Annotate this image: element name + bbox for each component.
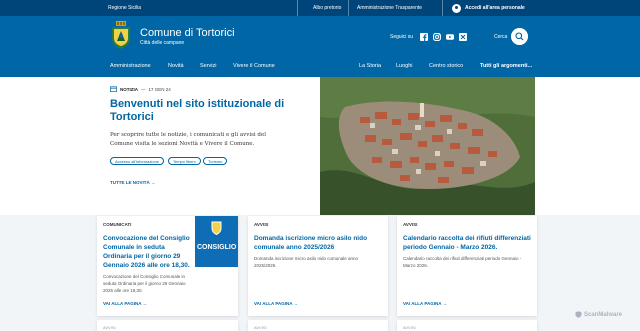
card-category: COMUNICATI bbox=[103, 222, 132, 227]
region-link[interactable]: Regione Sicilia bbox=[108, 5, 141, 11]
nav-item-la-storia[interactable]: La Storia bbox=[359, 63, 381, 69]
shield-icon bbox=[575, 311, 582, 318]
albo-pretorio-link[interactable]: Albo pretorio bbox=[313, 5, 341, 11]
watermark: ScanMalware bbox=[575, 311, 622, 318]
user-icon bbox=[452, 3, 461, 13]
nav-item-tutti-gli-argomenti[interactable]: Tutti gli argomenti... bbox=[480, 63, 532, 69]
arrow-right-icon: → bbox=[293, 301, 299, 306]
nav-item-vivere-il-comune[interactable]: Vivere il Comune bbox=[233, 63, 275, 69]
nav-item-luoghi[interactable]: Luoghi bbox=[396, 63, 413, 69]
chip-accesso-informazione[interactable]: Accesso all'informazione bbox=[110, 157, 164, 165]
site-title[interactable]: Comune di Tortorici bbox=[140, 27, 235, 39]
card-link[interactable]: VAI ALLA PAGINA → bbox=[403, 301, 447, 306]
x-icon[interactable] bbox=[459, 33, 467, 41]
watermark-label: ScanMalware bbox=[584, 311, 623, 318]
all-news-link[interactable]: TUTTE LE NOVITÀ → bbox=[110, 180, 156, 185]
search-label: Cerca bbox=[494, 34, 508, 40]
nav-item-servizi[interactable]: Servizi bbox=[200, 63, 217, 69]
card-description: Domanda iscrizione micro asilo nido comu… bbox=[254, 256, 359, 268]
news-card[interactable]: AVVISI bbox=[397, 320, 537, 331]
news-category[interactable]: NOTIZIA bbox=[120, 87, 138, 92]
card-link[interactable]: VAI ALLA PAGINA → bbox=[254, 301, 298, 306]
instagram-icon[interactable] bbox=[433, 33, 441, 41]
all-news-label: TUTTE LE NOVITÀ bbox=[110, 180, 150, 185]
facebook-icon[interactable] bbox=[420, 33, 428, 41]
separator: — bbox=[141, 86, 146, 92]
card-category: AVVISI bbox=[103, 325, 116, 330]
divider bbox=[442, 0, 443, 16]
login-label: Accedi all'area personale bbox=[465, 5, 525, 11]
arrow-right-icon: → bbox=[442, 301, 448, 306]
card-category: AVVISI bbox=[403, 325, 416, 330]
nav-item-centro-storico[interactable]: Centro storico bbox=[429, 63, 463, 69]
news-card[interactable]: AVVISI bbox=[97, 320, 238, 331]
calendar-icon bbox=[110, 86, 117, 92]
search-icon[interactable] bbox=[511, 28, 528, 45]
arrow-right-icon: → bbox=[142, 301, 148, 306]
card-description: Calendario raccolta dei rifiuti differen… bbox=[403, 256, 522, 268]
card-category: AVVISI bbox=[403, 222, 418, 227]
youtube-icon[interactable] bbox=[446, 33, 454, 41]
card-link-label: VAI ALLA PAGINA bbox=[254, 301, 293, 306]
news-card-asilo[interactable]: AVVISI Domanda iscrizione micro asilo ni… bbox=[248, 216, 388, 316]
card-link-label: VAI ALLA PAGINA bbox=[403, 301, 442, 306]
chip-tempo-libero[interactable]: Tempo libero bbox=[168, 157, 201, 165]
card-title[interactable]: Domanda iscrizione micro asilo nido comu… bbox=[254, 234, 379, 252]
news-card[interactable]: AVVISI bbox=[248, 320, 388, 331]
news-meta: NOTIZIA — 17 GEN 24 bbox=[110, 86, 171, 92]
top-bar: Regione Sicilia Albo pretorio Amministra… bbox=[0, 0, 640, 16]
hero-description: Per scoprire tutte le notizie, i comunic… bbox=[110, 132, 266, 147]
site-header: Comune di Tortorici Città delle campane … bbox=[0, 16, 640, 57]
card-category: AVVISI bbox=[254, 325, 267, 330]
card-link[interactable]: VAI ALLA PAGINA → bbox=[103, 301, 147, 306]
news-card-rifiuti[interactable]: AVVISI Calendario raccolta dei rifiuti d… bbox=[397, 216, 537, 316]
municipal-crest-icon[interactable] bbox=[110, 21, 132, 49]
news-date: 17 GEN 24 bbox=[148, 86, 171, 92]
login-button[interactable]: Accedi all'area personale bbox=[452, 3, 525, 13]
nav-item-amministrazione[interactable]: Amministrazione bbox=[110, 63, 151, 69]
consiglio-thumbnail[interactable]: CONSIGLIO bbox=[195, 216, 238, 267]
divider bbox=[297, 0, 298, 16]
town-photo bbox=[320, 77, 535, 215]
card-link-label: VAI ALLA PAGINA bbox=[103, 301, 142, 306]
card-title[interactable]: Convocazione del Consiglio Comunale in s… bbox=[103, 234, 195, 270]
follow-label: Seguici su bbox=[390, 34, 414, 40]
amministrazione-trasparente-link[interactable]: Amministrazione Trasparente bbox=[357, 5, 422, 11]
consiglio-label: CONSIGLIO bbox=[197, 244, 237, 251]
card-description: Convocazione del Consiglio Comunale in s… bbox=[103, 274, 186, 293]
chip-turismo[interactable]: Turismo bbox=[203, 157, 228, 165]
main-nav: Amministrazione Novità Servizi Vivere il… bbox=[0, 57, 640, 77]
nav-item-novita[interactable]: Novità bbox=[168, 63, 184, 69]
site-tagline: Città delle campane bbox=[140, 40, 185, 46]
card-title[interactable]: Calendario raccolta dei rifiuti differen… bbox=[403, 234, 531, 252]
municipal-crest-icon bbox=[211, 221, 222, 235]
hero-title[interactable]: Benvenuti nel sito istituzionale di Tort… bbox=[110, 98, 310, 124]
arrow-right-icon: → bbox=[151, 180, 156, 185]
divider bbox=[348, 0, 349, 16]
card-category: AVVISI bbox=[254, 222, 269, 227]
